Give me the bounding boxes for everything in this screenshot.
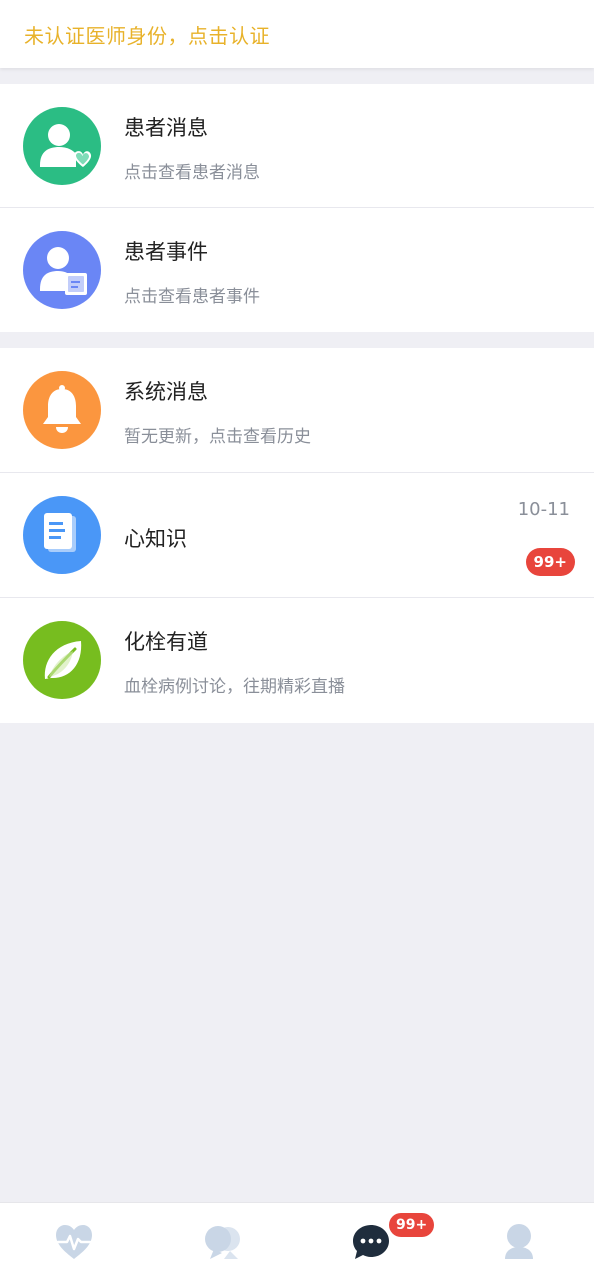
tab-health[interactable] <box>0 1203 148 1280</box>
row-title: 化栓有道 <box>124 630 208 654</box>
row-timestamp: 10-11 <box>517 499 570 520</box>
unread-badge: 99+ <box>525 548 575 576</box>
messages-page: 未认证医师身份，点击认证 患者消息 点击查看患者消息 患者事件 点击查看患者事件… <box>0 0 594 1280</box>
leaf-icon <box>23 621 101 699</box>
heart-pulse-icon <box>56 1225 92 1259</box>
row-title: 心知识 <box>124 527 187 551</box>
list-item-heart-knowledge[interactable]: 心知识 10-11 99+ <box>0 473 594 598</box>
row-subtitle: 点击查看患者事件 <box>124 287 260 307</box>
row-subtitle: 血栓病例讨论，往期精彩直播 <box>124 677 345 697</box>
bottom-tab-bar: 99+ <box>0 1202 594 1280</box>
patient-document-icon <box>23 231 101 309</box>
patient-heart-icon <box>23 107 101 185</box>
verify-doctor-banner[interactable]: 未认证医师身份，点击认证 <box>0 0 594 68</box>
list-item-patient-messages[interactable]: 患者消息 点击查看患者消息 <box>0 84 594 208</box>
book-icon <box>23 496 101 574</box>
row-title: 系统消息 <box>124 380 208 404</box>
bell-icon <box>23 371 101 449</box>
chat-bubble-icon <box>353 1225 389 1259</box>
people-icon <box>205 1226 240 1259</box>
list-item-patient-events[interactable]: 患者事件 点击查看患者事件 <box>0 208 594 333</box>
list-item-thrombosis[interactable]: 化栓有道 血栓病例讨论，往期精彩直播 <box>0 598 594 723</box>
user-icon <box>505 1224 533 1259</box>
row-subtitle: 暂无更新，点击查看历史 <box>124 427 311 447</box>
row-title: 患者消息 <box>124 116 208 140</box>
row-subtitle: 点击查看患者消息 <box>124 163 260 183</box>
system-group: 系统消息 暂无更新，点击查看历史 心知识 10-11 99+ 化栓有道 血栓病例… <box>0 348 594 723</box>
verify-doctor-text: 未认证医师身份，点击认证 <box>24 23 270 48</box>
tab-unread-badge: 99+ <box>389 1213 435 1237</box>
patient-group: 患者消息 点击查看患者消息 患者事件 点击查看患者事件 <box>0 84 594 332</box>
tab-messages[interactable]: 99+ <box>297 1203 445 1280</box>
row-title: 患者事件 <box>124 240 208 264</box>
tab-community[interactable] <box>148 1203 296 1280</box>
list-item-system-messages[interactable]: 系统消息 暂无更新，点击查看历史 <box>0 348 594 473</box>
tab-profile[interactable] <box>445 1203 593 1280</box>
